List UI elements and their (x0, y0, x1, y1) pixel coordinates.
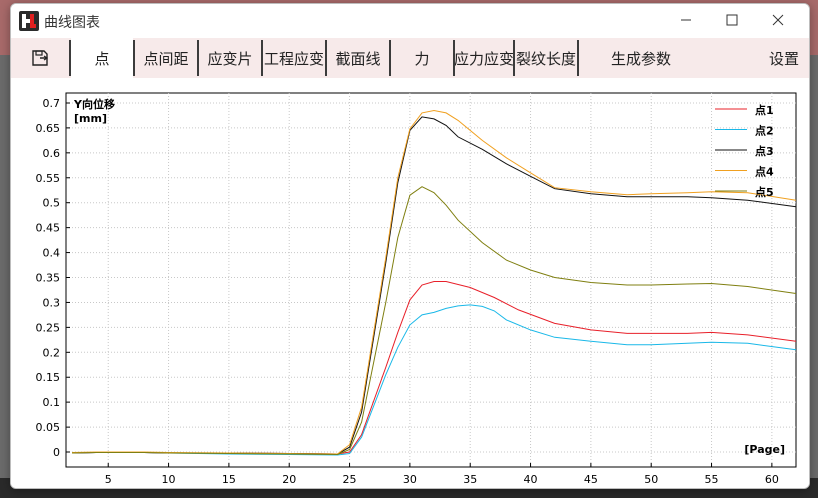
legend-label: 点5 (755, 185, 774, 199)
y-tick-label: 0.45 (36, 222, 61, 235)
line-chart[interactable]: 5 10 15 20 25 30 35 40 45 50 55 60 0 0.05 0.1 0.15 0.2 0.… (11, 78, 809, 488)
x-tick-label: 40 (524, 473, 538, 486)
tab-point[interactable]: 点 (71, 38, 133, 78)
y-tick-label: 0.05 (36, 421, 61, 434)
minimize-icon (681, 19, 691, 21)
tab-engineering-strain[interactable]: 工程应变 (263, 38, 325, 78)
title-bar[interactable]: 曲线图表 (11, 4, 809, 37)
y-axis-unit: [mm] (74, 112, 107, 125)
x-tick-label: 45 (584, 473, 598, 486)
y-tick-label: 0.3 (43, 296, 61, 309)
x-tick-label: 50 (644, 473, 658, 486)
app-logo-icon (18, 10, 40, 32)
close-icon (772, 14, 784, 26)
legend-label: 点1 (755, 103, 774, 117)
y-tick-label: 0.6 (43, 147, 61, 160)
settings-button[interactable]: 设置 (759, 38, 809, 78)
tab-strain-gauge[interactable]: 应变片 (199, 38, 261, 78)
x-tick-label: 10 (162, 473, 176, 486)
minimize-button[interactable] (663, 4, 709, 36)
chart-panel: 5 10 15 20 25 30 35 40 45 50 55 60 0 0.05 0.1 0.15 0.2 0.… (11, 78, 809, 488)
maximize-button[interactable] (709, 4, 755, 36)
tab-section-line[interactable]: 截面线 (327, 38, 389, 78)
y-tick-label: 0.1 (43, 396, 61, 409)
tab-point-distance[interactable]: 点间距 (135, 38, 197, 78)
legend-label: 点2 (755, 124, 774, 138)
y-tick-label: 0.55 (36, 172, 61, 185)
y-tick-label: 0.35 (36, 272, 61, 285)
x-tick-label: 15 (222, 473, 236, 486)
toolbar: 点 点间距 应变片 工程应变 截面线 力 应力应变 裂纹长度 生成参数 设置 (11, 38, 809, 78)
y-tick-label: 0.4 (43, 247, 61, 260)
legend-label: 点4 (755, 165, 774, 179)
y-tick-label: 0.15 (36, 371, 61, 384)
plot-frame (65, 92, 797, 468)
y-tick-label: 0.2 (43, 346, 61, 359)
y-tick-label: 0 (53, 446, 60, 459)
tab-force[interactable]: 力 (391, 38, 453, 78)
chart-window: 曲线图表 点 点间距 应变片 工程应变 截面线 力 应力应变 裂纹长度 生成参数… (10, 3, 810, 489)
save-button[interactable] (11, 38, 69, 78)
x-tick-label: 5 (105, 473, 112, 486)
y-tick-label: 0.5 (43, 197, 61, 210)
x-tick-label: 25 (343, 473, 357, 486)
x-axis-label: [Page] (744, 443, 785, 456)
generate-params-button[interactable]: 生成参数 (579, 38, 703, 78)
window-title: 曲线图表 (44, 15, 100, 31)
y-tick-label: 0.7 (43, 97, 61, 110)
y-tick-label: 0.65 (36, 122, 61, 135)
legend-label: 点3 (755, 144, 774, 158)
tab-stress-strain[interactable]: 应力应变 (455, 38, 513, 78)
y-tick-label: 0.25 (36, 321, 61, 334)
maximize-icon (726, 14, 738, 26)
y-axis-label: Y向位移 (73, 97, 115, 111)
x-tick-label: 35 (463, 473, 477, 486)
x-tick-label: 60 (765, 473, 779, 486)
x-tick-label: 55 (705, 473, 719, 486)
tab-crack-length[interactable]: 裂纹长度 (515, 38, 577, 78)
close-button[interactable] (755, 4, 801, 36)
x-tick-label: 30 (403, 473, 417, 486)
x-tick-label: 20 (282, 473, 296, 486)
save-icon (32, 50, 49, 66)
